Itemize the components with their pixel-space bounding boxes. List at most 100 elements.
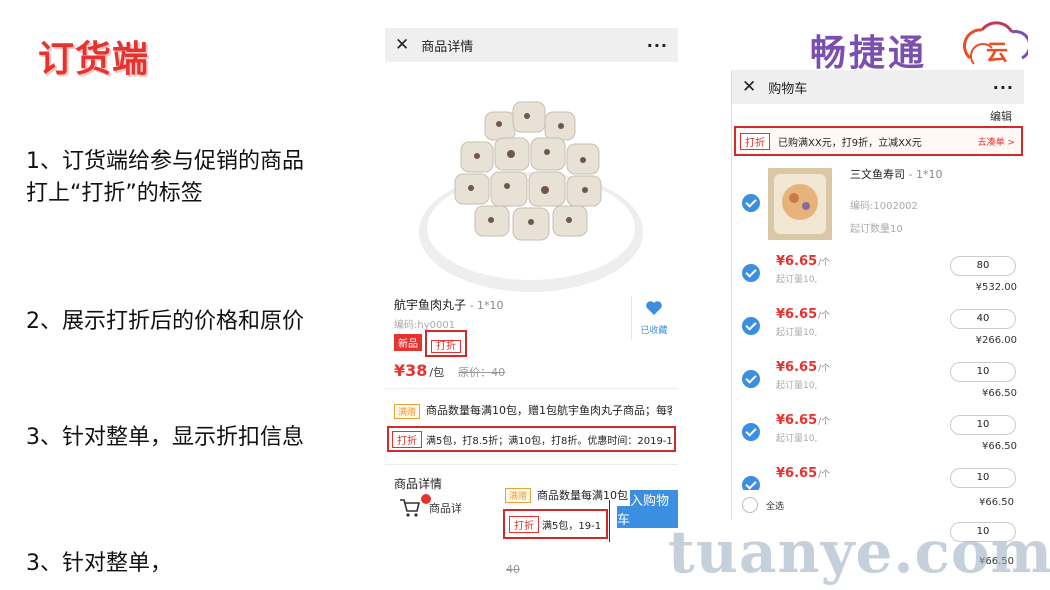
cloud-logo-icon: 云 xyxy=(963,21,1028,66)
cart-item: ¥6.65/个 起订量10, 10 ¥66.50 xyxy=(732,413,1024,466)
bullet-3: 3、针对整单，显示折扣信息 xyxy=(26,425,304,450)
cart-item: ¥6.65/个 起订量10, 80 ¥532.00 xyxy=(732,254,1024,307)
item-price-unit: /个 xyxy=(818,258,831,268)
quantity-stepper[interactable]: 10 xyxy=(950,362,1016,382)
item-price: ¥6.65/个 xyxy=(776,360,830,375)
favorite-label: 已收藏 xyxy=(640,326,668,336)
product-header-title: 商品详情 xyxy=(421,39,474,55)
fragment-discount-text: 满5包，19-1 xyxy=(542,520,602,532)
cart-icon[interactable] xyxy=(399,498,421,518)
select-all-checkbox[interactable] xyxy=(742,497,758,513)
item-price-value: ¥6.65 xyxy=(776,254,818,269)
item-total: ¥66.50 xyxy=(982,388,1017,399)
close-icon[interactable]: ✕ xyxy=(395,35,409,55)
quantity-stepper[interactable]: 40 xyxy=(950,309,1016,329)
item-moq: 起订量10, xyxy=(776,381,818,391)
item-price-unit: /个 xyxy=(818,311,831,321)
fragment-promo-text: 商品数量每满10包 xyxy=(537,489,629,502)
cart-product-code: 编码:1002002 xyxy=(850,201,918,212)
footer-total: ¥66.50 xyxy=(979,497,1014,508)
fragment-divider xyxy=(609,500,610,542)
price-unit: /包 xyxy=(429,366,445,379)
brand-logo-glyph: 云 xyxy=(986,41,1008,66)
item-total: ¥532.00 xyxy=(975,282,1017,293)
product-header: ✕ 商品详情 ··· xyxy=(385,28,678,62)
cart-product-spec: - 1*10 xyxy=(905,168,943,181)
item-price-value: ¥6.65 xyxy=(776,413,818,428)
fragment-discount-tag: 打折 xyxy=(509,515,539,533)
item-price-value: ¥6.65 xyxy=(776,307,818,322)
go-add-items-link[interactable]: 去凑单 > xyxy=(978,135,1015,148)
bullet-2: 2、展示打折后的价格和原价 xyxy=(26,309,304,334)
edit-button[interactable]: 编辑 xyxy=(990,108,1012,124)
more-icon[interactable]: ··· xyxy=(993,78,1014,97)
item-checkbox[interactable] xyxy=(742,317,760,335)
cart-screen: ✕ 购物车 ··· 编辑 打折 已购满XX元，打9折，立减XX元 去凑单 > 三… xyxy=(731,70,1024,520)
close-icon[interactable]: ✕ xyxy=(742,77,756,97)
item-price: ¥6.65/个 xyxy=(776,413,830,428)
item-moq: 起订量10, xyxy=(776,275,818,285)
price-value: ¥38 xyxy=(394,361,428,380)
item-checkbox[interactable] xyxy=(742,264,760,282)
product-image xyxy=(419,101,643,292)
product-checkbox[interactable] xyxy=(742,194,760,212)
product-spec: - 1*10 xyxy=(466,299,504,312)
cart-header-title: 购物车 xyxy=(768,81,808,97)
product-name-text: 航宇鱼肉丸子 xyxy=(394,298,467,312)
fragment-original-price: 40 xyxy=(506,563,520,576)
cart-discount-banner: 打折 已购满XX元，打9折，立减XX元 去凑单 > xyxy=(734,126,1023,156)
item-price-unit: /个 xyxy=(818,417,831,427)
fragment-discount-row: 打折 满5包，19-1 xyxy=(503,509,608,539)
quantity-stepper[interactable]: 10 xyxy=(950,415,1016,435)
cart-product-moq: 起订数量10 xyxy=(850,224,903,235)
promo-text: 商品数量每满10包，赠1包航宇鱼肉丸子商品；每客... xyxy=(426,404,672,417)
quantity-stepper[interactable]: 80 xyxy=(950,256,1016,276)
discount-row-text: 满5包，打8.5折；满10包，打8折。优惠时间：2019-1... xyxy=(426,435,676,447)
original-price: 原价：40 xyxy=(458,366,506,379)
slide-title: 订货端 xyxy=(38,39,150,80)
select-all-label: 全选 xyxy=(766,502,785,512)
item-moq: 起订量10, xyxy=(776,434,818,444)
discount-row-tag: 打折 xyxy=(392,430,422,448)
discount-tag-highlight: 打折 xyxy=(425,330,467,357)
product-price: ¥38/包 原价：40 xyxy=(394,361,505,380)
bottom-bar-label: 商品详 xyxy=(429,502,462,515)
item-price-unit: /个 xyxy=(818,470,831,480)
quantity-stepper[interactable]: 10 xyxy=(950,468,1016,488)
cart-header: ✕ 购物车 ··· xyxy=(732,70,1024,104)
heart-icon xyxy=(646,301,662,315)
watermark: tuanye.com xyxy=(668,518,1050,586)
divider xyxy=(385,388,678,389)
item-checkbox[interactable] xyxy=(742,423,760,441)
favorite-button[interactable]: 已收藏 xyxy=(631,296,676,340)
product-code: 编码:hy0001 xyxy=(394,320,456,331)
item-total: ¥66.50 xyxy=(982,441,1017,452)
cart-item: ¥6.65/个 起订量10, 40 ¥266.00 xyxy=(732,307,1024,360)
item-price: ¥6.65/个 xyxy=(776,307,830,322)
product-name: 航宇鱼肉丸子 - 1*10 xyxy=(394,296,503,313)
promo-row[interactable]: 满赠 商品数量每满10包，赠1包航宇鱼肉丸子商品；每客... › xyxy=(394,402,672,419)
item-moq: 起订量10, xyxy=(776,328,818,338)
brand-name: 畅捷通 xyxy=(810,33,928,74)
promo-tag: 满赠 xyxy=(394,403,421,419)
cart-item: ¥6.65/个 起订量10, 10 ¥66.50 xyxy=(732,360,1024,413)
cart-product-name: 三文鱼寿司 - 1*10 xyxy=(850,166,942,182)
bullet-1: 1、订货端给参与促销的商品 打上“打折”的标签 xyxy=(26,149,304,206)
fragment-promo-row: 满赠 商品数量每满10包 xyxy=(505,484,630,506)
item-total: ¥266.00 xyxy=(975,335,1017,346)
bullet-3-duplicate: 3、针对整单， xyxy=(26,551,172,576)
tag-discount: 打折 xyxy=(431,340,461,353)
item-price: ¥6.65/个 xyxy=(776,466,830,481)
divider xyxy=(385,464,678,465)
more-icon[interactable]: ··· xyxy=(647,36,668,55)
product-thumbnail xyxy=(768,168,832,240)
item-price-value: ¥6.65 xyxy=(776,360,818,375)
banner-discount-tag: 打折 xyxy=(740,132,770,150)
fragment-promo-tag: 满赠 xyxy=(505,487,532,503)
discount-row-highlight[interactable]: 打折 满5包，打8.5折；满10包，打8折。优惠时间：2019-1... xyxy=(387,426,676,452)
item-checkbox[interactable] xyxy=(742,370,760,388)
chevron-right-icon: › xyxy=(665,402,670,414)
item-price-unit: /个 xyxy=(818,364,831,374)
item-price: ¥6.65/个 xyxy=(776,254,830,269)
banner-text: 已购满XX元，打9折，立减XX元 xyxy=(778,137,922,149)
